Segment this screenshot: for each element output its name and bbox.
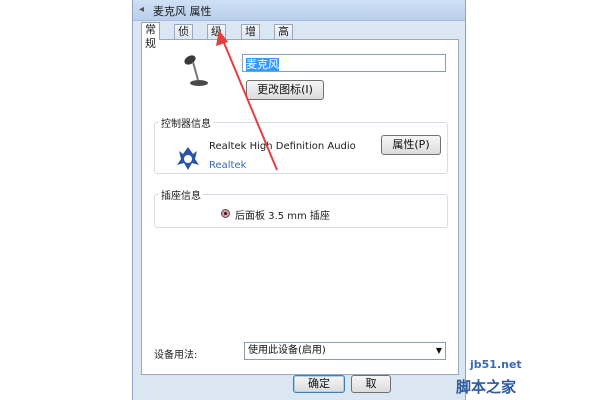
jack-color-icon: [221, 209, 230, 218]
tab-listen[interactable]: 侦听: [174, 24, 193, 52]
jack-description: 后面板 3.5 mm 插座: [235, 211, 330, 222]
tab-levels[interactable]: 级别: [207, 24, 226, 52]
properties-window: ◂ 麦克风 属性 常规 侦听 级别 增强 高级 麦克风 更改图标(I) 控制器信…: [132, 0, 466, 400]
controller-properties-button[interactable]: 属性(P): [381, 135, 441, 155]
realtek-logo-icon: [177, 147, 199, 170]
tab-general[interactable]: 常规: [141, 22, 160, 50]
device-name-input[interactable]: 麦克风: [242, 54, 446, 72]
ok-button[interactable]: 确定: [293, 375, 345, 393]
tab-advanced[interactable]: 高级: [274, 24, 293, 52]
device-usage-select[interactable]: 使用此设备(启用) ▼: [244, 342, 446, 360]
title-bar[interactable]: ◂ 麦克风 属性: [133, 0, 465, 21]
controller-info-group: 控制器信息 Realtek High Definition Audio Real…: [154, 115, 448, 174]
tab-enhancements[interactable]: 增强: [241, 24, 260, 52]
controller-vendor: Realtek: [209, 160, 247, 171]
cancel-button[interactable]: 取: [351, 375, 391, 393]
device-usage-label: 设备用法:: [154, 350, 198, 361]
controller-name: Realtek High Definition Audio: [209, 141, 356, 152]
watermark-url: jb51.net: [470, 358, 522, 371]
speaker-icon: ◂: [139, 4, 145, 15]
jack-info-label: 插座信息: [159, 187, 203, 202]
jack-info-group: 插座信息 后面板 3.5 mm 插座: [154, 187, 448, 228]
microphone-icon: [184, 55, 208, 86]
device-usage-value: 使用此设备(启用): [248, 345, 326, 356]
controller-info-label: 控制器信息: [159, 115, 213, 130]
window-title: 麦克风 属性: [153, 5, 212, 18]
watermark-name: 脚本之家: [456, 378, 517, 396]
site-watermark: jb51.net 脚本之家: [440, 356, 600, 400]
general-tab-panel: 麦克风 更改图标(I) 控制器信息 Realtek High Definitio…: [141, 39, 459, 375]
change-icon-button[interactable]: 更改图标(I): [246, 80, 324, 100]
